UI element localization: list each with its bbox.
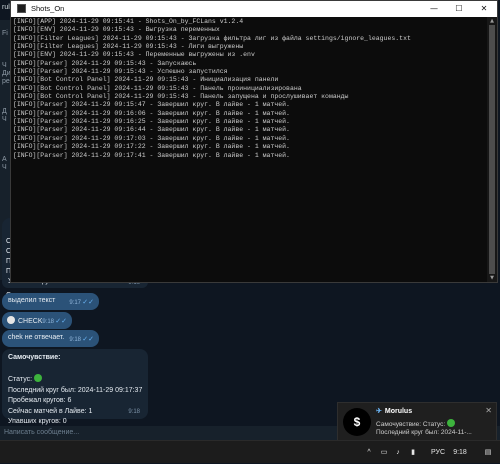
console-line: [INFO][Filter Leagues] 2024-11-29 09:15:… — [13, 34, 411, 42]
status-report-title: Самочувствие: — [8, 354, 61, 361]
console-line: [INFO][Parser] 2024-11-29 09:17:22 - Зав… — [13, 143, 290, 151]
minimize-button[interactable]: — — [421, 1, 447, 17]
notification-line2: Последний круг был: 2024-11-... — [376, 429, 472, 436]
console-line: [INFO][Parser] 2024-11-29 09:16:44 - Зав… — [13, 126, 290, 134]
show-hidden-icons-chevron[interactable]: ^ — [364, 441, 374, 464]
notification-app-name: Morulus — [384, 408, 413, 415]
console-window[interactable]: Shots_On — ☐ ✕ [INFO][APP] 2024-11-29 09… — [10, 0, 498, 283]
chat-list-fragment: Ч — [2, 164, 7, 171]
read-check-icon: ✓✓ — [82, 336, 94, 343]
console-titlebar[interactable]: Shots_On — ☐ ✕ — [11, 1, 497, 17]
status-label: Статус: — [8, 376, 33, 383]
console-line: [INFO][ENV] 2024-11-29 09:15:43 - Выгруз… — [13, 26, 220, 34]
chat-list-fragment: Ч — [2, 116, 7, 123]
taskbar-clock[interactable]: 9:18 — [448, 441, 472, 464]
scroll-up-arrow-icon[interactable]: ▲ — [487, 18, 497, 24]
message-text: выделил текст — [8, 297, 56, 304]
console-line: [INFO][ENV] 2024-11-29 09:15:43 - Переме… — [13, 51, 255, 59]
notification-center-icon[interactable]: ▤ — [482, 441, 494, 464]
console-line: [INFO][Filter Leagues] 2024-11-29 09:15:… — [13, 43, 244, 51]
message-selected-text[interactable]: выделил текст 9:17 ✓✓ — [2, 293, 99, 310]
chat-list-fragment: Fi — [2, 30, 8, 37]
chat-list-fragment: А — [2, 156, 7, 163]
console-line: [INFO][Bot Control Panel] 2024-11-29 09:… — [13, 76, 279, 84]
passed-rounds-line: Пробежал кругов: 6 — [8, 397, 72, 404]
console-app-icon — [17, 4, 26, 13]
telegram-icon: ✈ — [376, 408, 382, 415]
console-line: [INFO][APP] 2024-11-29 09:15:41 - Shots_… — [13, 18, 244, 25]
chat-list-fragment: Ч — [2, 62, 7, 69]
volume-icon[interactable]: ♪ — [392, 441, 404, 464]
live-matches-line: Сейчас матчей в Лайве: 1 — [8, 407, 93, 415]
green-circle-icon — [34, 374, 43, 382]
console-output[interactable]: [INFO][APP] 2024-11-29 09:15:41 - Shots_… — [11, 17, 487, 282]
network-icon[interactable]: ▭ — [378, 441, 390, 464]
message-time: 9:18 — [128, 409, 140, 415]
console-line: [INFO][Parser] 2024-11-29 09:15:47 - Зав… — [13, 101, 290, 109]
notification-line1: Самочувствие: Статус: — [376, 421, 446, 428]
chat-list-fragment: ре — [2, 78, 10, 85]
read-check-icon: ✓✓ — [82, 299, 94, 306]
notification-toast[interactable]: $ ✈ Morulus Самочувствие: Статус: Последн… — [337, 402, 497, 441]
message-text: CHECK — [18, 318, 43, 325]
notification-close-button[interactable]: ✕ — [485, 406, 492, 415]
green-circle-icon — [447, 419, 456, 427]
language-indicator[interactable]: РУС — [428, 441, 448, 464]
message-time: 9:18 — [42, 319, 54, 325]
chat-list-fragment: Д — [2, 108, 7, 115]
console-title: Shots_On — [31, 4, 65, 13]
console-line: [INFO][Parser] 2024-11-29 09:15:43 - Зап… — [13, 59, 197, 67]
status-report-message[interactable]: Самочувствие: Статус: Последний круг был… — [2, 349, 148, 425]
console-line: [INFO][Parser] 2024-11-29 09:16:06 - Зав… — [13, 109, 290, 117]
console-line: [INFO][Parser] 2024-11-29 09:15:43 - Усп… — [13, 68, 228, 76]
taskbar: ^ ▭ ♪ ▮ РУС 9:18 ▤ — [0, 440, 500, 463]
message-time: 9:17 — [69, 300, 81, 306]
message-text: chek не отвечает. — [8, 334, 65, 341]
message-input-placeholder: Написать сообщение... — [4, 429, 80, 436]
scrollbar-thumb[interactable] — [489, 25, 495, 274]
message-chek-not-responding[interactable]: chek не отвечает. 9:18 ✓✓ — [2, 330, 99, 347]
close-button[interactable]: ✕ — [471, 1, 497, 17]
console-line: [INFO][Parser] 2024-11-29 09:17:41 - Зав… — [13, 151, 290, 159]
last-round-line: Последний круг был: 2024-11-29 09:17:37 — [8, 386, 143, 394]
console-line: [INFO][Parser] 2024-11-29 09:16:25 - Зав… — [13, 118, 290, 126]
console-scrollbar[interactable]: ▲ ▼ — [487, 17, 497, 282]
console-line: [INFO][Parser] 2024-11-29 09:17:03 - Зав… — [13, 134, 290, 142]
scroll-down-arrow-icon[interactable]: ▼ — [487, 275, 497, 281]
console-line: [INFO][Bot Control Panel] 2024-11-29 09:… — [13, 93, 349, 101]
money-bag-avatar-icon: $ — [343, 408, 371, 436]
console-line: [INFO][Bot Control Panel] 2024-11-29 09:… — [13, 84, 302, 92]
battery-icon[interactable]: ▮ — [407, 441, 419, 464]
white-circle-icon — [7, 316, 15, 324]
message-time: 9:18 — [69, 337, 81, 343]
read-check-icon: ✓✓ — [55, 318, 67, 325]
message-check[interactable]: CHECK 9:18 ✓✓ — [2, 312, 72, 329]
maximize-button[interactable]: ☐ — [446, 1, 472, 17]
